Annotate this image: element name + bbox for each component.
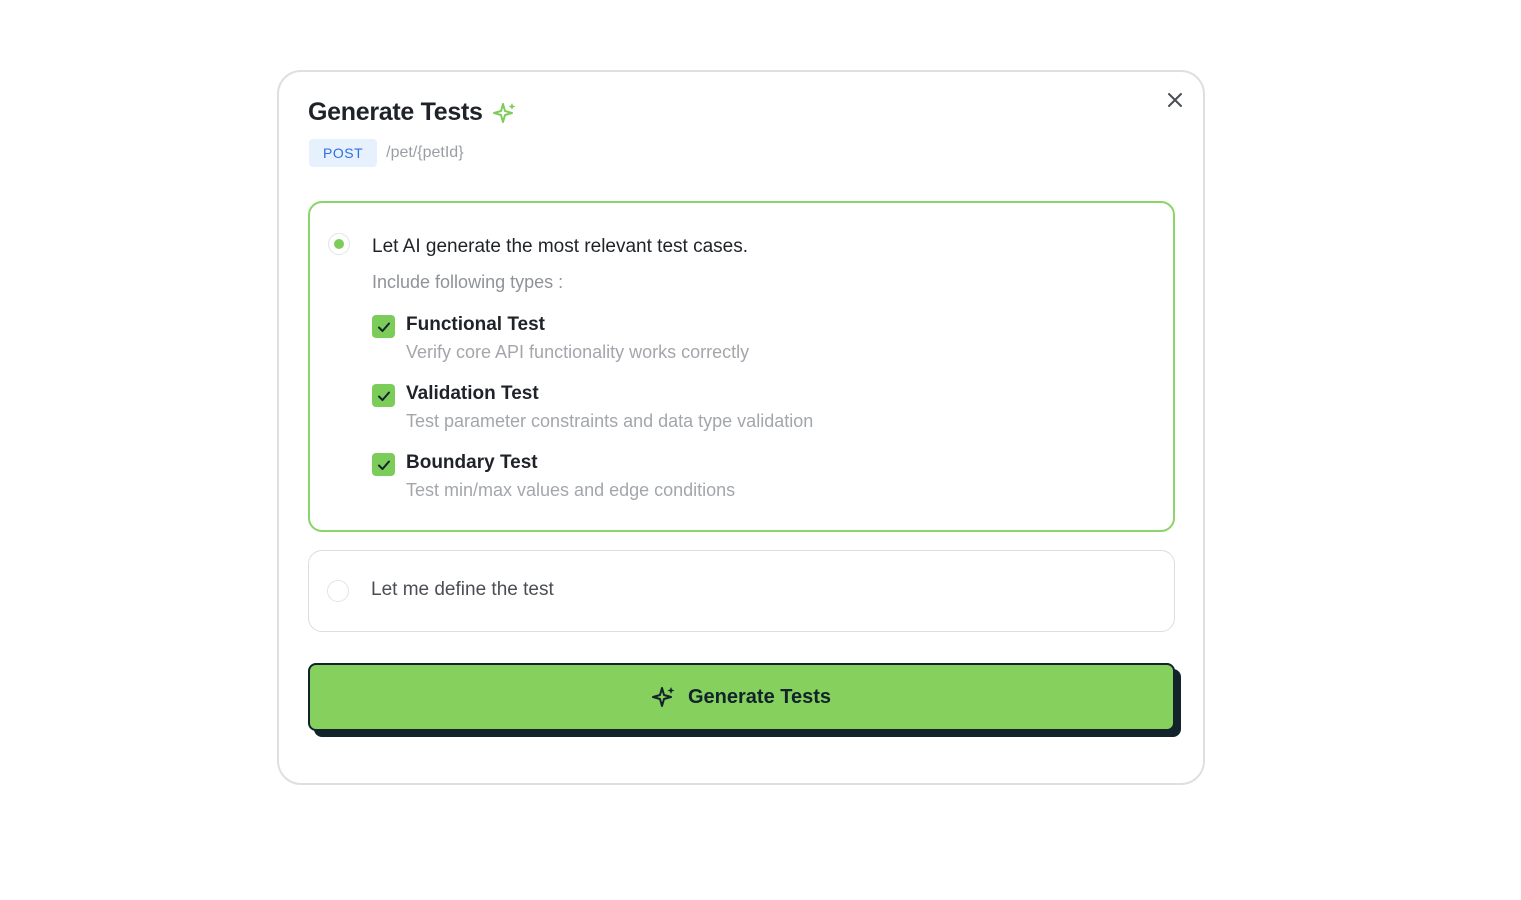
generate-button-label: Generate Tests: [687, 685, 832, 708]
test-type-name: Boundary Test: [406, 452, 538, 473]
option-manual-define[interactable]: Let me define the test: [308, 550, 1175, 632]
endpoint-info: POST /pet/{petId}: [309, 139, 464, 167]
ai-generate-radio[interactable]: [328, 233, 350, 255]
validation-test-checkbox[interactable]: [372, 384, 395, 407]
test-type-description: Test parameter constraints and data type…: [406, 411, 814, 431]
http-method-badge: POST: [309, 139, 378, 167]
manual-define-radio[interactable]: [327, 580, 349, 602]
test-type-description: Test min/max values and edge conditions: [406, 480, 736, 500]
manual-define-label: Let me define the test: [371, 579, 554, 600]
close-icon: [1168, 93, 1182, 107]
functional-test-checkbox[interactable]: [372, 315, 395, 338]
sparkle-icon: [492, 101, 517, 125]
option-ai-generate[interactable]: Let AI generate the most relevant test c…: [308, 201, 1175, 532]
generate-tests-button[interactable]: Generate Tests: [308, 663, 1175, 731]
include-types-label: Include following types :: [372, 272, 564, 292]
endpoint-path: /pet/{petId}: [386, 144, 464, 161]
modal-header: Generate Tests: [308, 98, 517, 127]
boundary-test-checkbox[interactable]: [372, 453, 395, 476]
sparkle-icon: [651, 687, 675, 707]
checkmark-icon: [377, 391, 390, 401]
modal-title: Generate Tests: [308, 98, 483, 126]
ai-generate-label: Let AI generate the most relevant test c…: [372, 236, 748, 257]
test-type-name: Validation Test: [406, 383, 539, 404]
test-type-name: Functional Test: [406, 314, 545, 335]
checkmark-icon: [377, 322, 390, 332]
test-type-description: Verify core API functionality works corr…: [406, 342, 750, 362]
radio-selected-dot: [334, 239, 344, 249]
close-button[interactable]: [1163, 88, 1187, 112]
checkmark-icon: [377, 460, 390, 470]
